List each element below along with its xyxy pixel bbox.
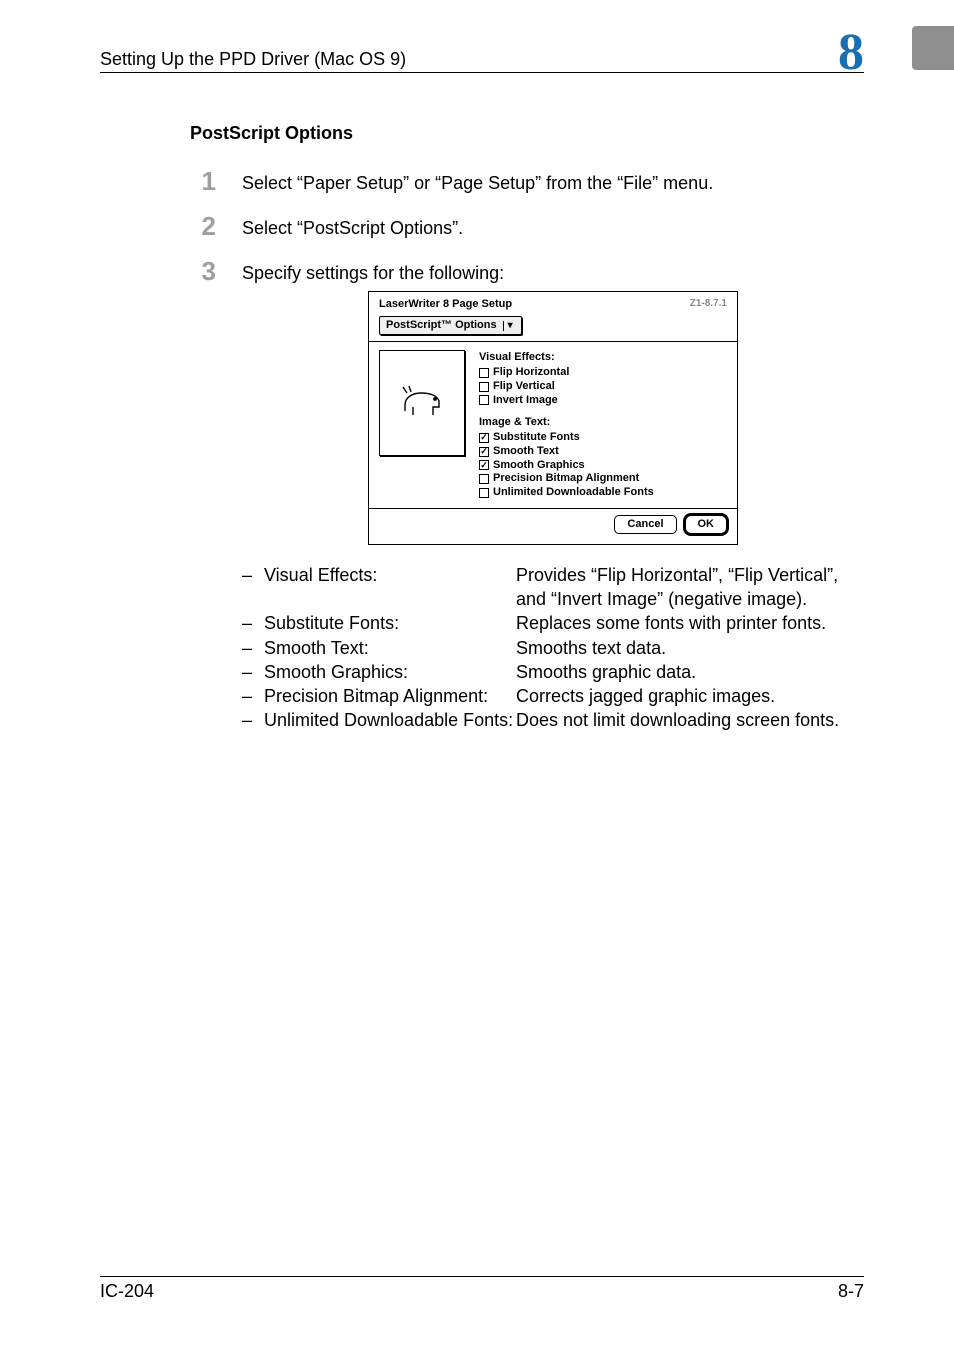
substitute-fonts-checkbox[interactable]: ✓ Substitute Fonts <box>479 431 727 445</box>
visual-effects-label: Visual Effects: <box>479 350 727 365</box>
checkbox-icon <box>479 488 489 498</box>
definition-term: Substitute Fonts: <box>264 611 516 635</box>
checkbox-icon <box>479 368 489 378</box>
checkbox-icon: ✓ <box>479 460 489 470</box>
checkbox-icon <box>479 382 489 392</box>
step-2: 2 Select “PostScript Options”. <box>190 213 864 240</box>
definition-row: – Visual Effects: Provides “Flip Horizon… <box>242 563 864 612</box>
checkbox-icon <box>479 395 489 405</box>
footer-right: 8-7 <box>838 1281 864 1302</box>
definition-row: – Smooth Text: Smooths text data. <box>242 636 864 660</box>
definition-desc: Does not limit downloading screen fonts. <box>516 708 864 732</box>
step-text-inner: Specify settings for the following: <box>242 263 504 283</box>
image-text-label: Image & Text: <box>479 415 727 430</box>
smooth-graphics-checkbox[interactable]: ✓ Smooth Graphics <box>479 459 727 473</box>
checkbox-label: Flip Horizontal <box>493 366 569 380</box>
checkbox-label: Smooth Text <box>493 445 559 459</box>
definition-term: Smooth Text: <box>264 636 516 660</box>
step-text: Select “PostScript Options”. <box>242 213 864 240</box>
step-number: 2 <box>190 213 216 239</box>
checkbox-label: Smooth Graphics <box>493 459 585 473</box>
dogcow-icon <box>399 383 445 424</box>
precision-bitmap-checkbox[interactable]: Precision Bitmap Alignment <box>479 472 727 486</box>
flip-horizontal-checkbox[interactable]: Flip Horizontal <box>479 366 727 380</box>
flip-vertical-checkbox[interactable]: Flip Vertical <box>479 380 727 394</box>
invert-image-checkbox[interactable]: Invert Image <box>479 394 727 408</box>
checkbox-label: Substitute Fonts <box>493 431 580 445</box>
options-popup[interactable]: PostScript™ Options ▾ <box>379 316 522 335</box>
step-text: Specify settings for the following: Lase… <box>242 258 864 733</box>
definition-term: Visual Effects: <box>264 563 516 612</box>
checkbox-icon <box>479 474 489 484</box>
definitions-list: – Visual Effects: Provides “Flip Horizon… <box>242 563 864 733</box>
step-number: 1 <box>190 168 216 194</box>
definition-row: – Substitute Fonts: Replaces some fonts … <box>242 611 864 635</box>
chevron-updown-icon: ▾ <box>503 321 517 331</box>
checkbox-label: Invert Image <box>493 394 558 408</box>
page-footer: IC-204 8-7 <box>100 1276 864 1302</box>
ok-button[interactable]: OK <box>685 515 728 534</box>
header-title: Setting Up the PPD Driver (Mac OS 9) <box>100 49 406 70</box>
preview-box <box>379 350 465 456</box>
thumb-tab <box>912 26 954 70</box>
definition-term: Unlimited Downloadable Fonts: <box>264 708 516 732</box>
footer-left: IC-204 <box>100 1281 154 1302</box>
checkbox-label: Unlimited Downloadable Fonts <box>493 486 654 500</box>
definition-desc: Provides “Flip Horizontal”, “Flip Vertic… <box>516 563 864 612</box>
dialog-title: LaserWriter 8 Page Setup <box>379 297 512 312</box>
definition-desc: Replaces some fonts with printer fonts. <box>516 611 864 635</box>
definition-desc: Smooths graphic data. <box>516 660 864 684</box>
step-3: 3 Specify settings for the following: La… <box>190 258 864 733</box>
definition-term: Smooth Graphics: <box>264 660 516 684</box>
definition-desc: Smooths text data. <box>516 636 864 660</box>
page-header: Setting Up the PPD Driver (Mac OS 9) 8 <box>100 28 864 73</box>
definition-row: – Smooth Graphics: Smooths graphic data. <box>242 660 864 684</box>
definition-desc: Corrects jagged graphic images. <box>516 684 864 708</box>
checkbox-icon: ✓ <box>479 447 489 457</box>
definition-row: – Precision Bitmap Alignment: Corrects j… <box>242 684 864 708</box>
definition-row: – Unlimited Downloadable Fonts: Does not… <box>242 708 864 732</box>
section-title: PostScript Options <box>190 123 864 144</box>
checkbox-icon: ✓ <box>479 433 489 443</box>
chapter-number: 8 <box>838 32 864 74</box>
popup-label: PostScript™ Options <box>384 318 503 333</box>
smooth-text-checkbox[interactable]: ✓ Smooth Text <box>479 445 727 459</box>
step-number: 3 <box>190 258 216 284</box>
page-setup-dialog: LaserWriter 8 Page Setup Z1-8.7.1 PostSc… <box>368 291 738 544</box>
unlimited-fonts-checkbox[interactable]: Unlimited Downloadable Fonts <box>479 486 727 500</box>
checkbox-label: Flip Vertical <box>493 380 555 394</box>
step-1: 1 Select “Paper Setup” or “Page Setup” f… <box>190 168 864 195</box>
checkbox-label: Precision Bitmap Alignment <box>493 472 639 486</box>
step-text: Select “Paper Setup” or “Page Setup” fro… <box>242 168 864 195</box>
cancel-button[interactable]: Cancel <box>614 515 676 534</box>
definition-term: Precision Bitmap Alignment: <box>264 684 516 708</box>
dialog-version: Z1-8.7.1 <box>690 297 727 312</box>
